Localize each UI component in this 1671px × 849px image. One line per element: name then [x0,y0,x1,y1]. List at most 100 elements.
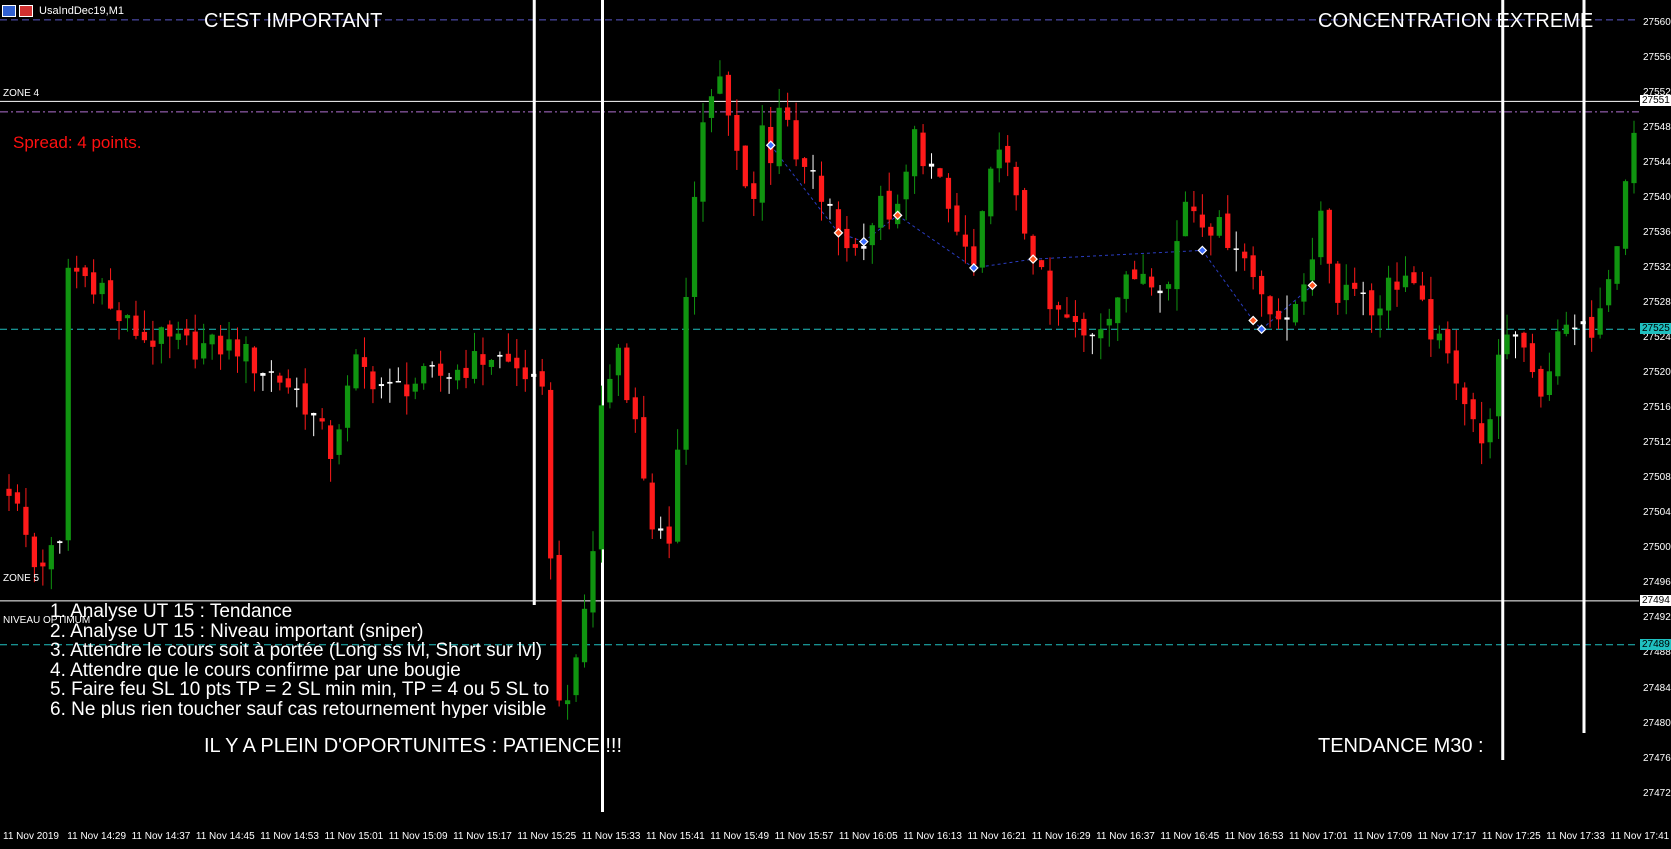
candle [302,368,308,430]
candle [785,92,791,127]
candle-body [1462,387,1468,405]
candle [1335,261,1341,315]
candle-body [91,272,97,295]
signal-path [770,144,1313,330]
candle [1326,208,1332,284]
candle [810,154,816,189]
chart-window-icon [2,5,16,17]
chart-title-bar[interactable]: UsaIndDec19,M1 [2,2,124,20]
candle-body [429,365,435,367]
candle-body [1182,201,1189,237]
candle [658,516,664,539]
time-tick-label: 11 Nov 17:33 [1546,831,1605,842]
candle-body [1369,290,1375,316]
time-tick-label: 11 Nov 16:05 [838,831,898,842]
candle [844,216,850,262]
candle-body [6,488,12,496]
candle [1605,269,1612,312]
signal-connector [838,232,864,243]
candle [1022,187,1028,240]
price-tick-label: 27544 [1643,156,1671,168]
checklist-item: 5. Faire feu SL 10 pts TP = 2 SL min min… [50,679,550,701]
candle [1072,300,1079,338]
candle-body [48,545,54,570]
chart-window[interactable]: UsaIndDec19,M1 C'EST IMPORTANT CONCENTRA… [0,0,1671,849]
buy-signal-marker [1197,245,1208,256]
candle [268,360,274,392]
candle [1191,190,1197,223]
candle [1199,194,1205,237]
candle-body [260,373,266,376]
candle [1132,260,1138,280]
time-tick-label: 11 Nov 16:21 [967,831,1027,842]
candle-body [751,183,757,199]
candle-body [514,357,520,369]
time-tick-label: 11 Nov 17:17 [1417,831,1477,842]
price-tick-label: 27484 [1643,682,1671,694]
candle-body [226,339,232,351]
candle-body [387,381,393,384]
candle [99,278,105,305]
candle-body [251,347,258,374]
candle [217,324,224,370]
candle-body [1470,399,1476,420]
candle-body [717,76,723,94]
candle-body [1377,308,1383,316]
candle [497,351,503,369]
candle [1250,246,1256,290]
candle [1292,301,1299,326]
candle-body [141,331,148,341]
checklist-item: 4. Attendre que le cours confirme par un… [50,659,461,681]
candle-body [319,418,325,422]
candle-body [971,246,977,265]
candle-body [82,267,88,277]
candle [463,349,469,389]
candle [370,366,376,404]
candle-body [294,388,300,390]
candle [277,372,283,391]
candle [1275,298,1282,330]
candle-body [1098,329,1104,339]
candle [133,300,139,340]
candle-body [1284,317,1290,320]
price-tick-label: 27500 [1643,542,1671,554]
time-tick-label: 11 Nov 15:57 [774,831,834,842]
time-tick-label: 11 Nov 16:29 [1031,831,1091,842]
candle-body [1487,419,1493,443]
candle [1504,314,1510,360]
candle-body [1385,277,1392,311]
candle [150,320,156,365]
candle-body [243,343,249,362]
horizontal-levels [0,19,1639,646]
candle [1225,195,1231,251]
candle [404,362,410,415]
price-tick-label: 27536 [1643,226,1671,238]
candle [581,594,588,668]
candle-body [1563,324,1569,334]
buy-signal-marker [765,140,776,151]
candle [1157,285,1163,313]
candle-body [311,412,317,416]
candle [209,333,215,360]
candle [91,259,97,304]
candle-body [1352,282,1358,289]
candle-body [1115,297,1121,324]
candle [1089,333,1095,355]
buy-signal-marker [858,236,869,247]
candle-body [539,371,545,387]
candle [387,368,393,403]
candle-body [421,366,427,384]
candle-body [471,351,478,379]
candle [1013,161,1019,211]
candle [505,333,511,363]
candle-body [996,149,1002,169]
candle [649,473,655,540]
candle [979,210,985,273]
candle-body [962,234,969,247]
candle [1258,270,1265,317]
candle-body [1174,241,1180,290]
candle-body [1555,331,1561,377]
candle-body [1157,290,1163,294]
time-tick-label: 11 Nov 15:33 [581,831,641,842]
price-tick-label: 27556 [1643,51,1671,63]
